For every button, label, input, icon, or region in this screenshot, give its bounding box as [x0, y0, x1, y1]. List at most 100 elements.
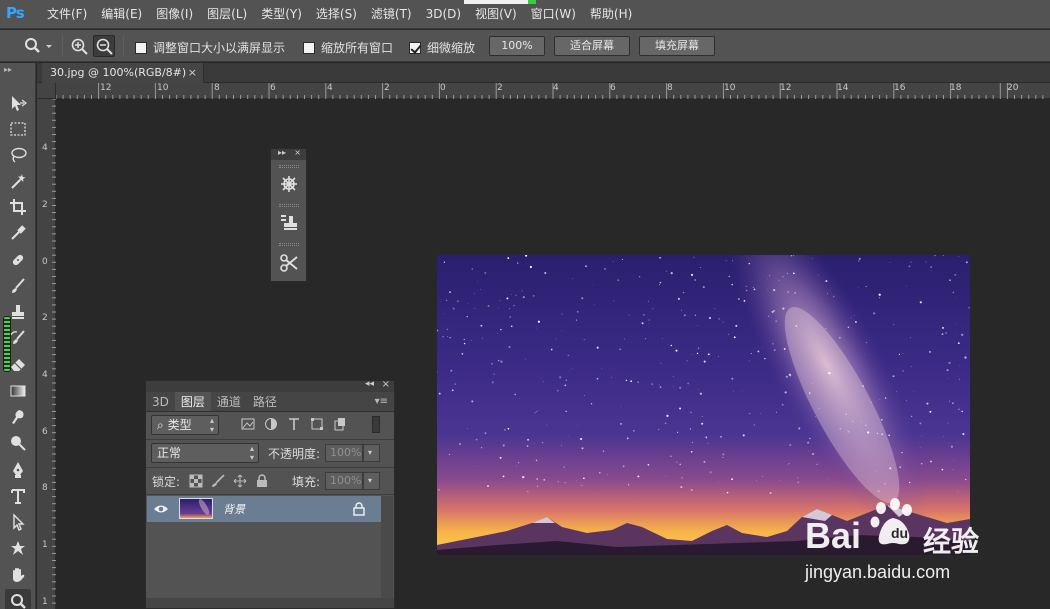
magic-wand-tool[interactable]: [5, 169, 31, 193]
mini-panel-header[interactable]: ▸▸ ×: [271, 148, 306, 160]
menu-item[interactable]: 图层(L): [200, 0, 254, 29]
type-tool[interactable]: [5, 484, 31, 508]
ruler-label: 0: [440, 83, 446, 93]
menu-item[interactable]: 类型(Y): [254, 0, 309, 29]
pen-icon: [13, 462, 23, 478]
filter-toggle-switch[interactable]: [372, 416, 380, 433]
menu-item[interactable]: 视图(V): [468, 0, 524, 29]
ruler-origin[interactable]: [37, 83, 56, 99]
lock-label: 锁定:: [152, 475, 181, 489]
fill-dropdown-arrow[interactable]: ▾: [363, 472, 380, 490]
fit-screen-button[interactable]: 适合屏幕: [554, 36, 630, 56]
layer-filter-dropdown[interactable]: ⌕ 类型 ▴ ▾: [151, 415, 219, 435]
smudge-icon: [12, 410, 24, 424]
blend-mode-dropdown[interactable]: 正常 ▴ ▾: [151, 443, 259, 463]
zoom-in-button[interactable]: [70, 37, 90, 58]
lock-all-icon[interactable]: [255, 474, 269, 488]
zoom-out-button[interactable]: [93, 35, 115, 57]
hand-tool[interactable]: [5, 563, 31, 587]
menu-item[interactable]: 帮助(H): [583, 0, 639, 29]
opacity-input[interactable]: 100%: [325, 444, 363, 462]
brush-icon: [12, 278, 25, 293]
menu-item[interactable]: 文件(F): [40, 0, 94, 29]
filter-smart-object-icon[interactable]: [333, 417, 347, 431]
lasso-tool[interactable]: [5, 143, 31, 167]
watermark-url: jingyan.baidu.com: [805, 562, 951, 582]
checkbox-zoom-all-box[interactable]: [303, 41, 315, 54]
filter-adjustment-icon[interactable]: [264, 417, 278, 431]
filter-pixel-icon[interactable]: [241, 417, 255, 431]
menu-item[interactable]: 窗口(W): [524, 0, 583, 29]
custom-shape-tool[interactable]: [5, 536, 31, 560]
layers-panel-tabs: 3D 图层 通道 路径 ▾≡: [146, 392, 394, 412]
lock-position-icon[interactable]: [233, 474, 247, 488]
lock-image-icon[interactable]: [211, 474, 225, 488]
fill-screen-button[interactable]: 填充屏幕: [639, 36, 715, 56]
healing-brush-tool[interactable]: [5, 248, 31, 272]
tab-layers[interactable]: 图层: [174, 392, 211, 411]
close-icon[interactable]: ×: [188, 63, 197, 83]
tab-paths[interactable]: 路径: [247, 392, 283, 411]
gradient-tool[interactable]: [5, 379, 31, 403]
tool-presets-panel-button[interactable]: [279, 253, 299, 273]
clone-source-panel-button[interactable]: [279, 213, 299, 233]
path-selection-tool[interactable]: [5, 510, 31, 534]
lock-transparent-icon[interactable]: [189, 474, 203, 488]
panel-menu-icon[interactable]: ▾≡: [369, 392, 394, 411]
horizontal-ruler[interactable]: 12 10 8 6 4 2 0 2 4 6 8 10 12 14 16 18 20: [56, 83, 1050, 99]
type-icon: [11, 489, 25, 504]
lasso-icon: [11, 147, 27, 163]
tab-channels[interactable]: 通道: [211, 392, 247, 411]
opacity-dropdown-arrow[interactable]: ▾: [363, 444, 380, 462]
scrubby-zoom-checkbox[interactable]: 细微缩放: [409, 39, 475, 56]
layer-name[interactable]: 背景: [223, 501, 245, 517]
ruler-label: 14: [837, 83, 849, 93]
marquee-tool[interactable]: [5, 117, 31, 141]
zoom-100-button[interactable]: 100%: [489, 36, 545, 56]
vertical-ruler[interactable]: 4 2 0 2 4 6 8 1 1: [37, 99, 56, 609]
fill-label: 填充:: [292, 475, 321, 489]
layer-thumbnail[interactable]: [179, 498, 213, 519]
close-icon[interactable]: ×: [294, 148, 301, 157]
collapse-panel-icon[interactable]: ◂◂: [365, 379, 374, 389]
menu-item[interactable]: 图像(I): [149, 0, 200, 29]
title-indicator: [464, 0, 536, 4]
menu-item[interactable]: 编辑(E): [94, 0, 149, 29]
resize-windows-checkbox[interactable]: 调整窗口大小以满屏显示: [135, 39, 285, 56]
menu-item[interactable]: 滤镜(T): [364, 0, 419, 29]
dodge-tool[interactable]: [5, 431, 31, 455]
layer-lock-icon: [353, 502, 365, 516]
close-icon[interactable]: ×: [382, 379, 390, 390]
document-tab[interactable]: 30.jpg @ 100%(RGB/8#) ×: [42, 63, 204, 83]
expand-panels-icon[interactable]: ▸▸: [278, 148, 286, 157]
toolbar-collapse-icon[interactable]: ▸▸: [4, 65, 32, 74]
layers-scrollbar[interactable]: [381, 496, 393, 604]
menu-bar: Ps 文件(F) 编辑(E) 图像(I) 图层(L) 类型(Y) 选择(S) 滤镜(T) 3D…: [0, 0, 1050, 29]
eye-icon[interactable]: [153, 503, 169, 515]
filter-shape-icon[interactable]: [310, 417, 324, 431]
menu-item[interactable]: 选择(S): [309, 0, 364, 29]
zoom-in-icon: [71, 38, 88, 55]
move-tool[interactable]: [5, 91, 31, 115]
tab-3d[interactable]: 3D: [146, 392, 175, 411]
brush-tool[interactable]: [5, 274, 31, 298]
pen-tool[interactable]: [5, 458, 31, 482]
checkbox-scrubby-box[interactable]: [409, 41, 421, 54]
layers-panel-header[interactable]: ◂◂ ×: [146, 379, 394, 392]
navigator-panel-button[interactable]: [279, 174, 299, 194]
eyedropper-tool[interactable]: [5, 221, 31, 245]
crop-tool[interactable]: [5, 195, 31, 219]
zoom-tool-preset[interactable]: [22, 37, 52, 58]
zoom-all-windows-checkbox[interactable]: 缩放所有窗口: [303, 39, 393, 56]
history-brush-icon: [10, 330, 25, 344]
fill-input[interactable]: 100%: [325, 472, 363, 490]
filter-type-icon[interactable]: [287, 417, 301, 431]
zoom-tool[interactable]: [5, 589, 31, 609]
ruler-label: 2: [497, 83, 503, 93]
checkbox-resize-box[interactable]: [135, 41, 147, 54]
layer-row-background[interactable]: 背景: [147, 496, 381, 522]
ruler-label: 10: [157, 83, 169, 93]
smudge-tool[interactable]: [5, 405, 31, 429]
scissors-icon: [280, 254, 298, 272]
menu-item[interactable]: 3D(D): [419, 0, 468, 29]
